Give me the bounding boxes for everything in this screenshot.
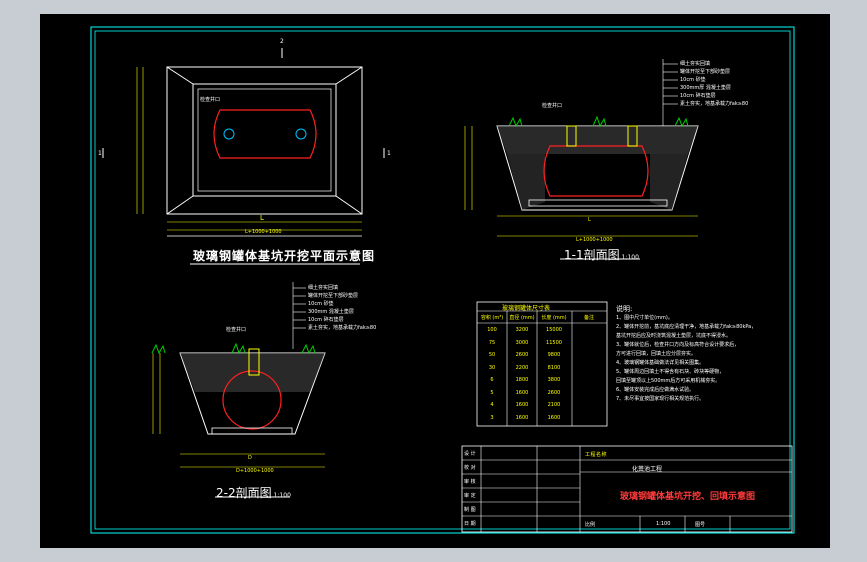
title-block-drawing-title: 玻璃钢罐体基坑开挖、回填示意图 <box>620 492 756 502</box>
s2-callout-4: 10cm 碎石垫层 <box>308 317 344 323</box>
s1-dim-L: L <box>588 217 591 223</box>
notes-line: 3、罐体就位后，检查井口方向及标高符合设计要求后， <box>616 342 740 348</box>
size-table-cell: 2100 <box>547 402 561 408</box>
plan-dim-total: L+1000+1000 <box>245 229 282 235</box>
size-table-cell: 1800 <box>515 377 529 383</box>
title-block-left-label: 校 对 <box>464 465 476 471</box>
size-table-cell: 3 <box>490 414 494 421</box>
section1-title-text: 1-1剖面图 <box>564 248 620 262</box>
plan-view <box>102 48 385 265</box>
notes-line: 1、图中尺寸单位(mm)。 <box>616 315 673 321</box>
size-table-cell: 3800 <box>547 377 561 383</box>
notes-line: 基坑开挖后应及时浇筑混凝土垫层，坑底不得浸水。 <box>616 333 732 339</box>
section2-title-text: 2-2剖面图 <box>216 486 272 500</box>
plan-marker-right: 1 <box>387 150 391 157</box>
title-block-sheet-label: 图号 <box>695 522 706 528</box>
section2-title: 2-2剖面图 1:100 <box>216 484 291 501</box>
notes-line: 2、罐体开挖前，基坑底应清理干净，地基承载力fak≥80kPa， <box>616 324 757 330</box>
title-block-left-label: 审 核 <box>464 479 476 485</box>
s2-dim-total: D+1000+1000 <box>236 468 274 474</box>
size-table-title: 玻璃钢罐体尺寸表 <box>502 305 551 312</box>
s2-callout-3: 300mm 混凝土垫层 <box>308 309 354 315</box>
size-table-cell: 30 <box>488 364 496 371</box>
s2-callout-1: 罐体开挖至下部砂垫层 <box>308 293 359 299</box>
plan-marker-top: 2 <box>280 38 284 45</box>
title-block-project-value: 化粪池工程 <box>632 466 663 473</box>
s1-callout-1: 罐体开挖至下部砂垫层 <box>680 69 731 75</box>
size-table-cell: 100 <box>487 327 497 333</box>
size-table-cell: 50 <box>488 352 496 358</box>
s2-callout-2: 10cm 砂垫 <box>308 301 334 307</box>
title-block-left-label: 审 定 <box>464 493 476 499</box>
size-table-header-2: 长度 (mm) <box>541 315 567 321</box>
s1-callout-4: 10cm 碎石垫层 <box>680 93 716 99</box>
size-table-cell: 75 <box>488 339 496 346</box>
size-table-cell: 8100 <box>547 364 561 371</box>
size-table-cell: 15000 <box>546 327 562 333</box>
notes: 说明: 1、图中尺寸单位(mm)。 2、罐体开挖前，基坑底应清理干净，地基承载力f… <box>616 304 798 404</box>
notes-line: 回填至罐顶以上500mm后方可采用机械夯实。 <box>616 378 721 384</box>
size-table-cell: 1600 <box>515 402 529 408</box>
plan-title: 玻璃钢罐体基坑开挖平面示意图 <box>193 249 376 263</box>
notes-lines: 1、图中尺寸单位(mm)。 2、罐体开挖前，基坑底应清理干净，地基承载力fak≥8… <box>616 314 798 404</box>
title-block-left-label: 制 图 <box>464 507 476 513</box>
size-table-cell: 3000 <box>515 339 529 346</box>
title-block-scale-value: 1:100 <box>656 521 671 527</box>
size-table-cell: 1600 <box>515 414 529 421</box>
section-1-1 <box>464 59 699 260</box>
plan-inlet-label: 检查井口 <box>200 97 221 103</box>
size-table-header-0: 容积 (m³) <box>480 315 504 321</box>
title-block-left-label: 日 期 <box>464 521 476 527</box>
s1-inlet-label: 检查井口 <box>542 103 563 109</box>
notes-line: 6、罐体安装完成后应做满水试验。 <box>616 387 695 393</box>
size-table-cell: 1600 <box>547 414 561 421</box>
s1-callout-5: 素土夯实，地基承载力fak≥80 <box>680 101 749 107</box>
section1-scale: 1:100 <box>621 254 639 261</box>
s1-callout-3: 300mm厚 混凝土垫层 <box>680 85 731 91</box>
plan-marker-left: 1 <box>98 150 102 157</box>
size-table-cell: 2600 <box>515 352 529 358</box>
section-2-2 <box>151 282 326 498</box>
title-block-left-label: 设 计 <box>464 451 476 457</box>
s2-callout-5: 素土夯实，地基承载力fak≥80 <box>308 325 377 331</box>
s2-callout-0: 细土夯实回填 <box>308 285 339 291</box>
size-table-cell: 2200 <box>515 364 529 371</box>
size-table-cell: 11500 <box>546 339 562 346</box>
s2-inlet-label: 检查井口 <box>226 327 247 333</box>
s2-dim-D: D <box>248 455 252 461</box>
title-block-project-label: 工程名称 <box>585 452 608 458</box>
s1-callout-2: 10cm 砂垫 <box>680 77 706 83</box>
size-table-cell: 3200 <box>515 327 529 333</box>
drawing-canvas[interactable]: 2 1 1 检查井口 L L+1000+1000 玻璃钢罐体基坑开挖平面示意图 … <box>40 14 830 548</box>
s1-callout-0: 细土夯实回填 <box>680 61 711 67</box>
s1-dim-total: L+1000+1000 <box>576 237 613 243</box>
size-table-header-3: 备注 <box>583 315 594 321</box>
section2-scale: 1:100 <box>273 492 291 499</box>
size-table-cell: 1600 <box>515 389 529 396</box>
plan-dim-L: L <box>260 214 264 222</box>
size-table-cell: 6 <box>490 377 494 383</box>
notes-heading: 说明: <box>616 305 633 313</box>
size-table-header-1: 直径 (mm) <box>509 315 535 321</box>
notes-line: 方可进行回填，回填土应分层夯实。 <box>616 351 697 357</box>
size-table-cell: 4 <box>490 402 494 408</box>
notes-line: 4、玻璃钢罐体基础做法详见相关图集。 <box>616 360 705 366</box>
size-table-cell: 2600 <box>547 389 561 396</box>
notes-line: 5、罐体周边回填土不得含有石块、砖块等硬物， <box>616 369 725 375</box>
size-table-cell: 9800 <box>547 352 561 358</box>
size-table-cell: 5 <box>490 389 494 396</box>
title-block-scale-label: 比例 <box>585 522 596 528</box>
section1-title: 1-1剖面图 1:100 <box>564 246 639 263</box>
notes-line: 7、未尽事宜按国家现行相关规范执行。 <box>616 396 705 402</box>
cad-viewport: 2 1 1 检查井口 L L+1000+1000 玻璃钢罐体基坑开挖平面示意图 … <box>0 0 867 562</box>
